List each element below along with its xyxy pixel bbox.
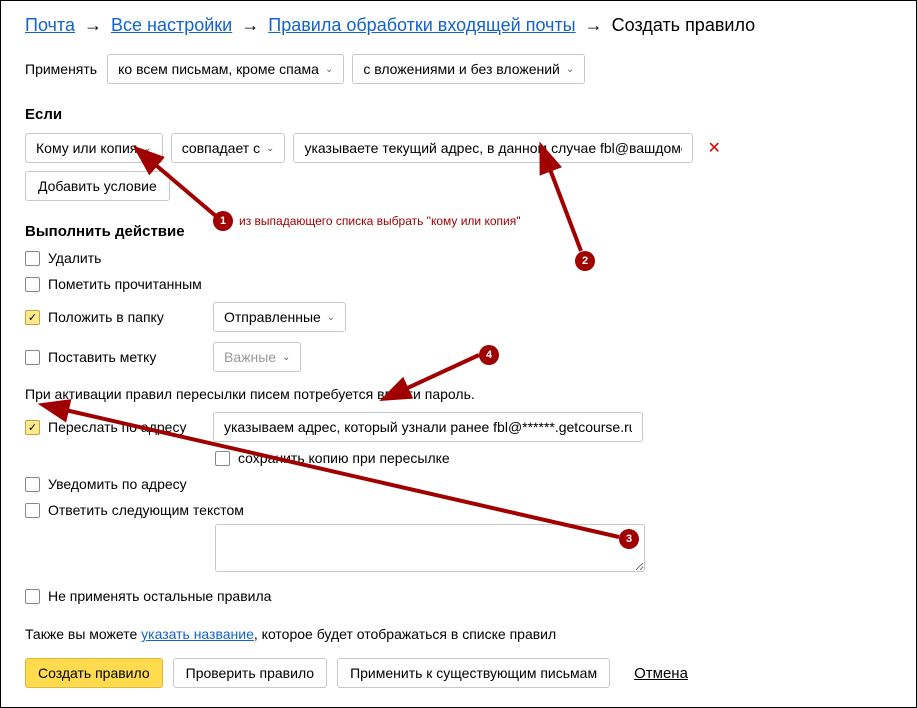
breadcrumb-mail[interactable]: Почта — [25, 15, 75, 35]
footer-note: Также вы можете указать название, которо… — [25, 626, 892, 642]
chevron-down-icon: ⌄ — [325, 64, 333, 75]
condition-field-select[interactable]: Кому или копия ⌄ — [25, 133, 163, 163]
setlabel-label: Поставить метку — [48, 349, 156, 365]
arrow-icon: → — [241, 15, 259, 35]
forward-label: Переслать по адресу — [48, 419, 186, 435]
condition-op-value: совпадает с — [182, 140, 260, 156]
check-rule-button[interactable]: Проверить правило — [173, 658, 327, 688]
delete-label: Удалить — [48, 250, 101, 266]
apply-scope-value: ко всем письмам, кроме спама — [118, 61, 319, 77]
setlabel-checkbox[interactable] — [25, 350, 40, 365]
reply-label: Ответить следующим текстом — [48, 502, 244, 518]
delete-checkbox[interactable] — [25, 251, 40, 266]
forward-address-input[interactable] — [213, 412, 643, 442]
forward-note: При активации правил пересылки писем пот… — [25, 386, 892, 402]
folder-select[interactable]: Отправленные ⌄ — [213, 302, 346, 332]
notify-label: Уведомить по адресу — [48, 476, 187, 492]
putfolder-label: Положить в папку — [48, 309, 164, 325]
label-value: Важные — [224, 349, 276, 365]
folder-value: Отправленные — [224, 309, 321, 325]
stoprules-checkbox[interactable] — [25, 589, 40, 604]
chevron-down-icon: ⌄ — [566, 64, 574, 75]
markread-checkbox[interactable] — [25, 277, 40, 292]
apply-attachments-select[interactable]: с вложениями и без вложений ⌄ — [352, 54, 585, 84]
chevron-down-icon: ⌄ — [266, 143, 274, 154]
condition-op-select[interactable]: совпадает с ⌄ — [171, 133, 286, 163]
chevron-down-icon: ⌄ — [282, 352, 290, 363]
apply-label: Применять — [25, 61, 97, 77]
notify-checkbox[interactable] — [25, 477, 40, 492]
putfolder-checkbox[interactable]: ✓ — [25, 310, 40, 325]
breadcrumb-current: Создать правило — [612, 15, 756, 35]
remove-condition-icon[interactable]: ✕ — [707, 138, 720, 158]
condition-field-value: Кому или копия — [36, 140, 137, 156]
apply-existing-button[interactable]: Применить к существующим письмам — [337, 658, 610, 688]
keepcopy-label: сохранить копию при пересылке — [238, 450, 450, 466]
set-name-link[interactable]: указать название — [141, 626, 254, 642]
arrow-icon: → — [84, 15, 102, 35]
breadcrumb-settings[interactable]: Все настройки — [111, 15, 232, 35]
stoprules-label: Не применять остальные правила — [48, 588, 271, 604]
apply-scope-select[interactable]: ко всем письмам, кроме спама ⌄ — [107, 54, 344, 84]
create-rule-button[interactable]: Создать правило — [25, 658, 163, 688]
add-condition-button[interactable]: Добавить условие — [25, 171, 170, 201]
breadcrumb-rules[interactable]: Правила обработки входящей почты — [268, 15, 575, 35]
label-select[interactable]: Важные ⌄ — [213, 342, 301, 372]
cancel-link[interactable]: Отмена — [634, 665, 688, 682]
condition-value-input[interactable] — [293, 133, 693, 163]
apply-attachments-value: с вложениями и без вложений — [363, 61, 560, 77]
chevron-down-icon: ⌄ — [327, 312, 335, 323]
forward-checkbox[interactable]: ✓ — [25, 420, 40, 435]
if-title: Если — [25, 106, 892, 123]
chevron-down-icon: ⌄ — [143, 143, 151, 154]
keepcopy-checkbox[interactable] — [215, 451, 230, 466]
reply-checkbox[interactable] — [25, 503, 40, 518]
reply-textarea[interactable] — [215, 524, 645, 572]
action-title: Выполнить действие — [25, 223, 892, 240]
arrow-icon: → — [585, 15, 603, 35]
breadcrumb: Почта → Все настройки → Правила обработк… — [25, 15, 892, 36]
markread-label: Пометить прочитанным — [48, 276, 202, 292]
